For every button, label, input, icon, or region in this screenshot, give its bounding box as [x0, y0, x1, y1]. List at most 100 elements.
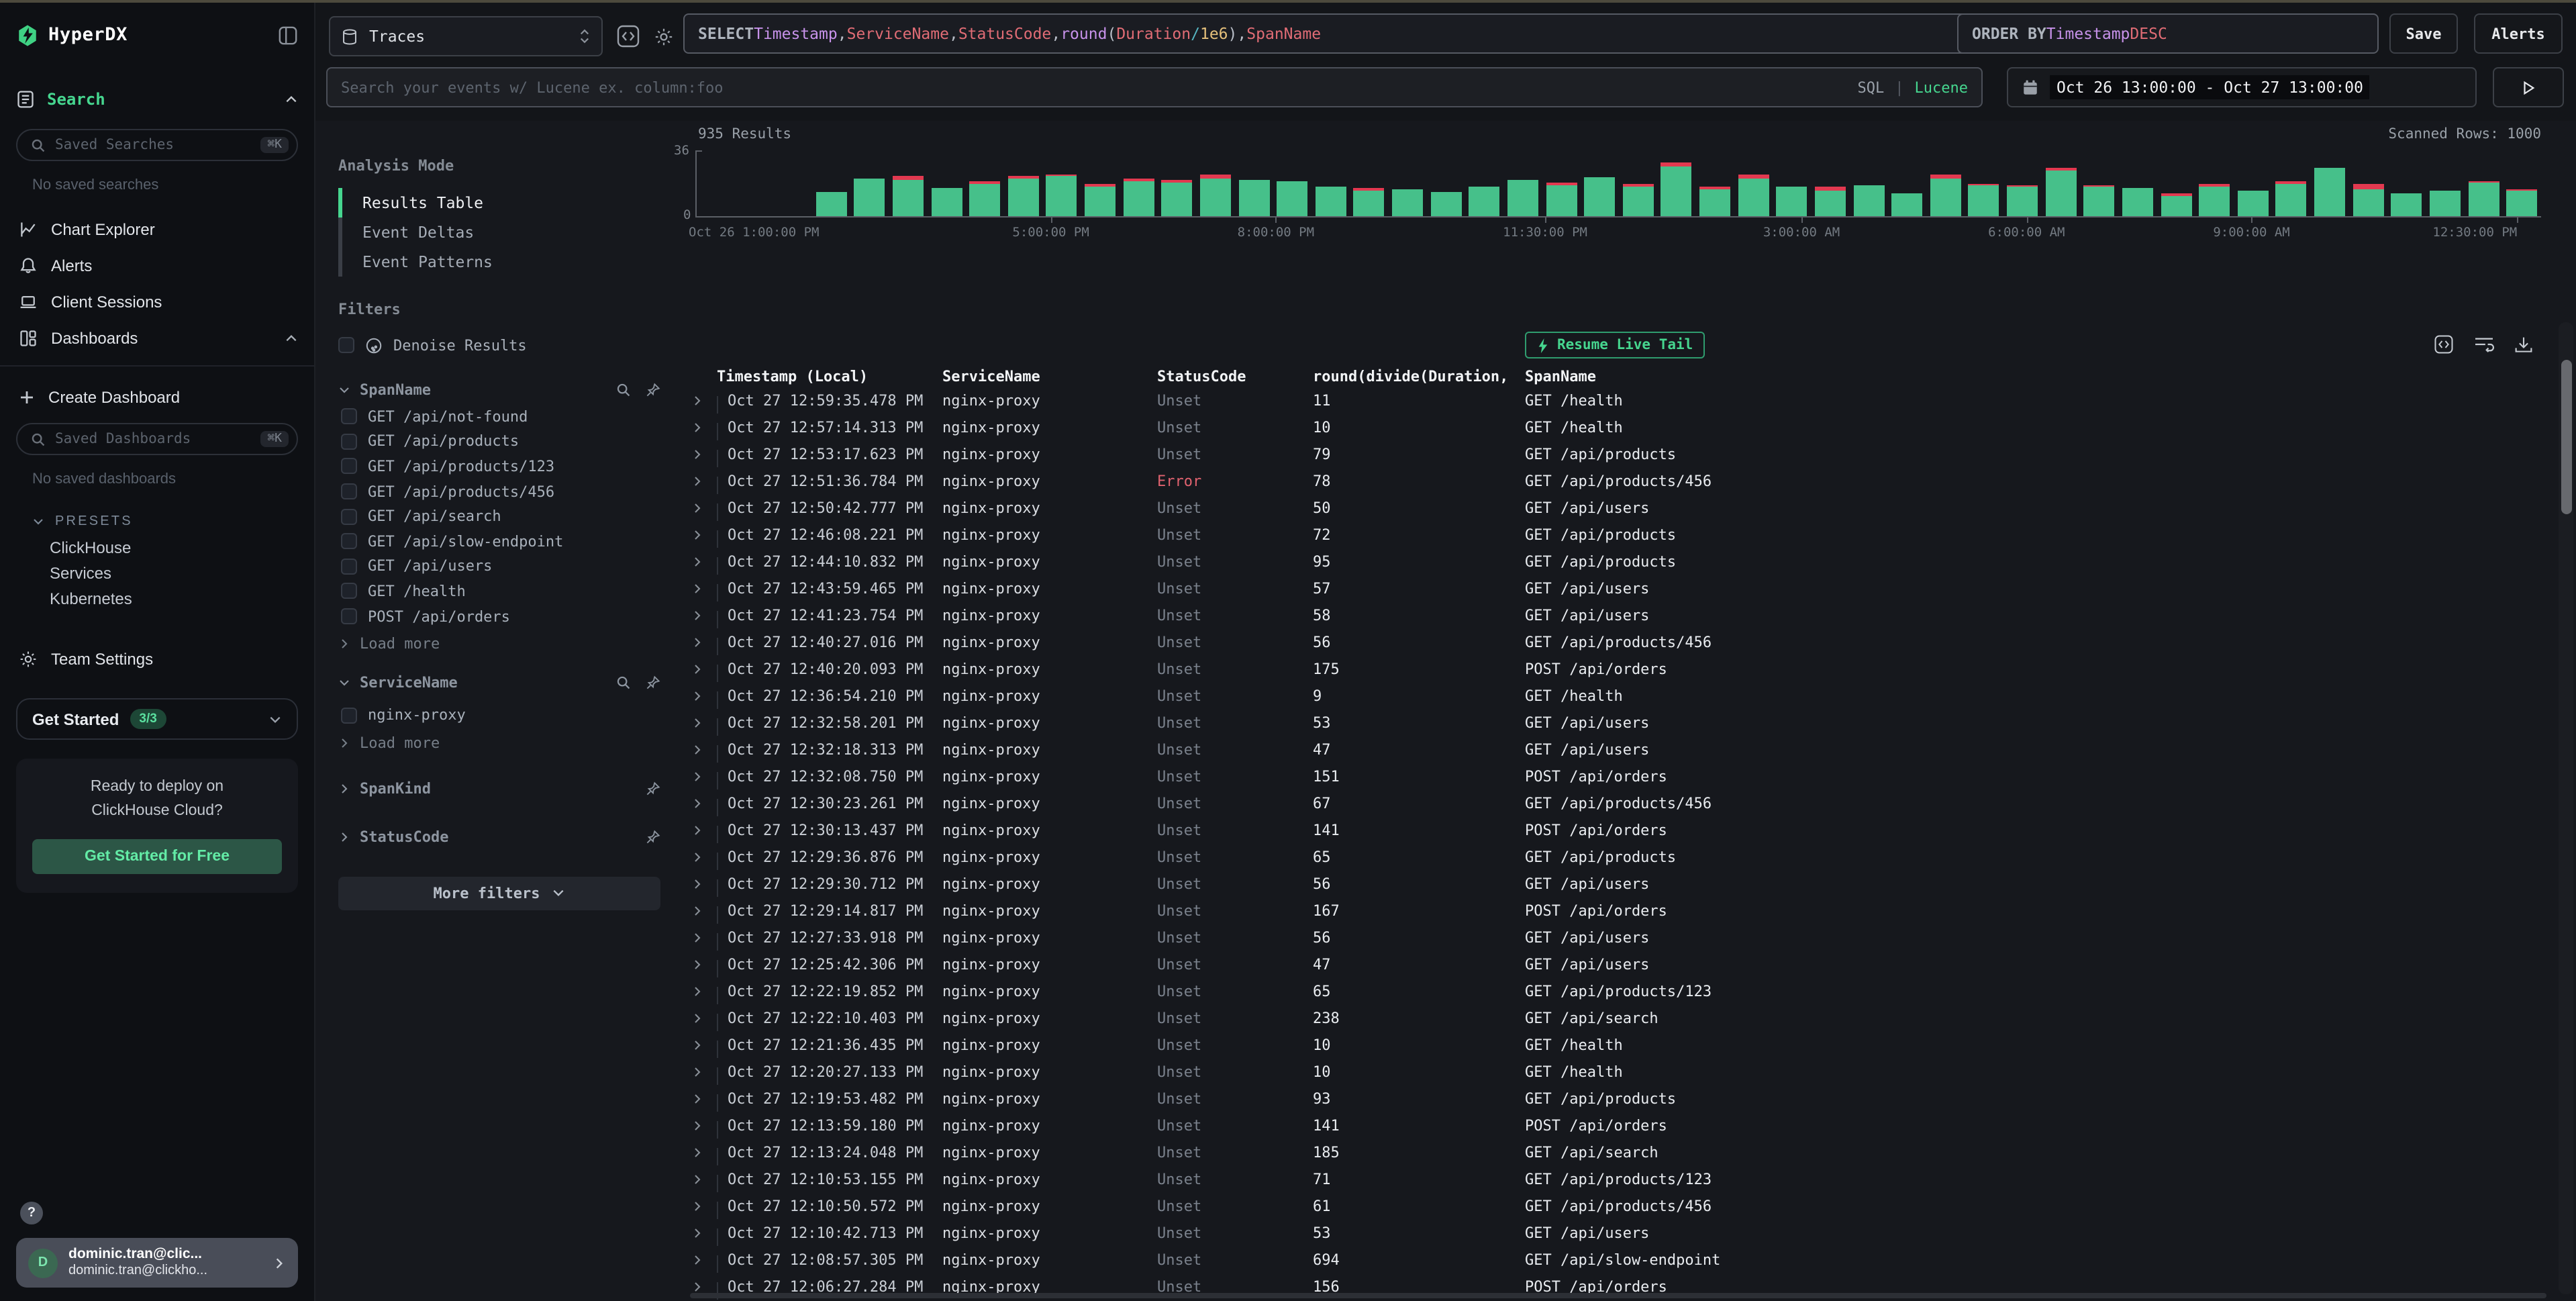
sidebar-item-team-settings[interactable]: Team Settings [16, 640, 298, 677]
table-row[interactable]: Oct 27 12:50:42.777 PM nginx-proxy Unset… [685, 494, 2555, 521]
histogram-bar[interactable] [2045, 168, 2076, 216]
col-duration[interactable]: round(divide(Duration, [1313, 368, 1525, 385]
alerts-button[interactable]: Alerts [2474, 13, 2563, 54]
checkbox[interactable] [341, 534, 357, 550]
table-row[interactable]: Oct 27 12:40:20.093 PM nginx-proxy Unset… [685, 655, 2555, 682]
get-started-free-button[interactable]: Get Started for Free [32, 838, 282, 873]
more-filters-button[interactable]: More filters [338, 877, 660, 910]
histogram-bar[interactable] [2199, 183, 2230, 216]
histogram-bar[interactable] [1891, 193, 1922, 216]
table-row[interactable]: Oct 27 12:08:57.305 PM nginx-proxy Unset… [685, 1246, 2555, 1273]
histogram-bar[interactable] [1238, 180, 1269, 216]
row-expander-icon[interactable] [685, 931, 717, 943]
checkbox[interactable] [338, 337, 354, 353]
order-by-input[interactable]: ORDER BY Timestamp DESC [1957, 13, 2379, 54]
row-expander-icon[interactable] [685, 1146, 717, 1158]
lucene-search-input[interactable]: Search your events w/ Lucene ex. column:… [326, 67, 1983, 107]
histogram-bar[interactable] [1507, 180, 1538, 216]
table-row[interactable]: Oct 27 12:29:14.817 PM nginx-proxy Unset… [685, 897, 2555, 924]
table-row[interactable]: Oct 27 12:30:13.437 PM nginx-proxy Unset… [685, 816, 2555, 843]
code-view-button[interactable] [613, 21, 643, 51]
table-row[interactable]: Oct 27 12:10:42.713 PM nginx-proxy Unset… [685, 1219, 2555, 1246]
sidebar-item-client-sessions[interactable]: Client Sessions [16, 283, 298, 320]
row-expander-icon[interactable] [685, 636, 717, 648]
user-menu[interactable]: D dominic.tran@clic... dominic.tran@clic… [16, 1238, 298, 1288]
histogram-bar[interactable] [1815, 187, 1846, 216]
filter-option[interactable]: GET /api/slow-endpoint [338, 529, 660, 554]
checkbox[interactable] [341, 409, 357, 425]
saved-searches-input[interactable]: Saved Searches ⌘K [16, 129, 298, 161]
scrollbar-thumb[interactable] [2561, 360, 2571, 514]
histogram-bar[interactable] [1200, 175, 1231, 216]
checkbox[interactable] [341, 459, 357, 475]
row-expander-icon[interactable] [685, 1012, 717, 1024]
mode-event-deltas[interactable]: Event Deltas [338, 218, 660, 247]
sidebar-item-search[interactable]: Search [16, 83, 298, 115]
histogram-bar[interactable] [2468, 181, 2499, 216]
histogram-bar[interactable] [1354, 188, 1385, 216]
filter-group-spankind[interactable]: SpanKind [338, 775, 660, 804]
table-row[interactable]: Oct 27 12:36:54.210 PM nginx-proxy Unset… [685, 682, 2555, 709]
table-row[interactable]: Oct 27 12:44:10.832 PM nginx-proxy Unset… [685, 548, 2555, 575]
table-row[interactable]: Oct 27 12:30:23.261 PM nginx-proxy Unset… [685, 789, 2555, 816]
filter-option[interactable]: GET /api/products/123 [338, 454, 660, 479]
mode-results-table[interactable]: Results Table [338, 188, 660, 218]
sidebar-item-chart-explorer[interactable]: Chart Explorer [16, 211, 298, 247]
horizontal-scrollbar[interactable] [690, 1293, 2546, 1298]
filter-option[interactable]: GET /health [338, 579, 660, 604]
filter-option[interactable]: GET /api/products/456 [338, 479, 660, 504]
filter-option[interactable]: GET /api/not-found [338, 404, 660, 429]
spanname-load-more[interactable]: Load more [338, 632, 660, 657]
histogram-bar[interactable] [1738, 175, 1769, 216]
table-row[interactable]: Oct 27 12:32:58.201 PM nginx-proxy Unset… [685, 709, 2555, 736]
table-row[interactable]: Oct 27 12:41:23.754 PM nginx-proxy Unset… [685, 601, 2555, 628]
table-row[interactable]: Oct 27 12:29:36.876 PM nginx-proxy Unset… [685, 843, 2555, 870]
sidebar-item-dashboards[interactable]: Dashboards [16, 320, 298, 356]
row-expander-icon[interactable] [685, 501, 717, 514]
row-expander-icon[interactable] [685, 1039, 717, 1051]
row-expander-icon[interactable] [685, 824, 717, 836]
histogram-bar[interactable] [2314, 168, 2345, 216]
table-row[interactable]: Oct 27 12:46:08.221 PM nginx-proxy Unset… [685, 521, 2555, 548]
row-expander-icon[interactable] [685, 1280, 717, 1292]
preset-services[interactable]: Services [16, 560, 298, 585]
histogram-bar[interactable] [2506, 189, 2537, 216]
table-row[interactable]: Oct 27 12:20:27.133 PM nginx-proxy Unset… [685, 1058, 2555, 1085]
create-dashboard-button[interactable]: Create Dashboard [16, 379, 298, 415]
date-range-picker[interactable]: Oct 26 13:00:00 - Oct 27 13:00:00 [2007, 67, 2477, 107]
histogram-bar[interactable] [1162, 180, 1193, 216]
table-row[interactable]: Oct 27 12:22:10.403 PM nginx-proxy Unset… [685, 1004, 2555, 1031]
filter-group-spanname[interactable]: SpanName [338, 375, 660, 404]
histogram-bar[interactable] [1469, 187, 1500, 216]
row-expander-icon[interactable] [685, 743, 717, 755]
histogram-bar[interactable] [1853, 185, 1884, 216]
sidebar-item-alerts[interactable]: Alerts [16, 247, 298, 283]
col-timestamp[interactable]: Timestamp (Local) [717, 368, 942, 385]
histogram-bar[interactable] [2430, 190, 2461, 216]
checkbox[interactable] [341, 508, 357, 524]
table-row[interactable]: Oct 27 12:27:33.918 PM nginx-proxy Unset… [685, 924, 2555, 951]
histogram-bar[interactable] [931, 188, 962, 216]
table-row[interactable]: Oct 27 12:13:59.180 PM nginx-proxy Unset… [685, 1112, 2555, 1139]
wrap-text-icon[interactable] [2474, 336, 2494, 353]
row-expander-icon[interactable] [685, 421, 717, 433]
checkbox[interactable] [341, 583, 357, 599]
row-expander-icon[interactable] [685, 1226, 717, 1239]
presets-toggle[interactable]: PRESETS [16, 508, 298, 534]
sidebar-collapse-icon[interactable] [278, 25, 298, 45]
row-expander-icon[interactable] [685, 689, 717, 702]
saved-dashboards-input[interactable]: Saved Dashboards ⌘K [16, 423, 298, 455]
checkbox[interactable] [341, 707, 357, 723]
checkbox[interactable] [341, 559, 357, 575]
row-expander-icon[interactable] [685, 716, 717, 728]
histogram-bar[interactable] [1277, 181, 1307, 216]
row-expander-icon[interactable] [685, 582, 717, 594]
pin-icon[interactable] [646, 782, 660, 797]
row-expander-icon[interactable] [685, 475, 717, 487]
settings-gear-button[interactable] [648, 21, 678, 51]
source-select[interactable]: Traces [329, 16, 603, 56]
histogram-bar[interactable] [1123, 179, 1154, 216]
row-expander-icon[interactable] [685, 877, 717, 889]
histogram-bar[interactable] [1392, 189, 1423, 216]
table-row[interactable]: Oct 27 12:32:08.750 PM nginx-proxy Unset… [685, 763, 2555, 789]
